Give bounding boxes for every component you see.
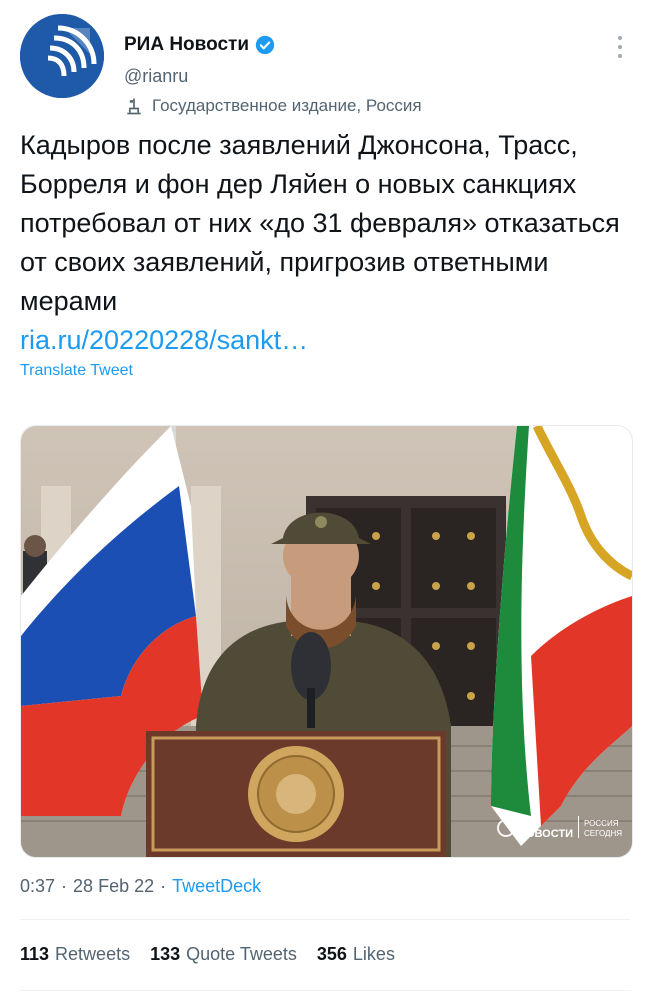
retweets-label: Retweets (55, 944, 131, 964)
quote-tweets-label: Quote Tweets (186, 944, 297, 964)
state-media-text: Государственное издание, Россия (152, 96, 422, 115)
ria-logo-icon (20, 14, 104, 98)
retweets-stat[interactable]: 113 Retweets (20, 944, 130, 965)
tweet-meta: 0:37 · 28 Feb 22 · TweetDeck (20, 876, 261, 897)
tweet-photo[interactable]: РИА НОВОСТИ РОССИЯ СЕГОДНЯ (20, 425, 633, 858)
account-handle[interactable]: @rianru (124, 66, 188, 87)
quote-tweets-stat[interactable]: 133 Quote Tweets (150, 944, 297, 965)
watermark-right-top-text: РОССИЯ (584, 819, 619, 828)
tweet-link[interactable]: ria.ru/20220228/sankt… (20, 321, 630, 360)
government-building-icon (127, 98, 141, 115)
tweet-header: РИА Новости @rianru Государственное изда… (20, 14, 630, 115)
watermark-top-text: РИА (518, 815, 541, 827)
tweet-text: Кадыров после заявлений Джонсона, Трасс,… (20, 130, 620, 316)
quote-tweets-count: 133 (150, 944, 181, 964)
more-options-icon[interactable] (610, 32, 630, 62)
watermark-bottom-text: НОВОСТИ (518, 828, 573, 840)
tweet-body: Кадыров после заявлений Джонсона, Трасс,… (20, 126, 630, 360)
likes-stat[interactable]: 356 Likes (317, 944, 395, 965)
state-media-label[interactable]: Государственное издание, Россия (124, 96, 422, 116)
divider (20, 990, 630, 991)
meta-separator: · (61, 876, 68, 896)
divider (20, 919, 630, 920)
translate-tweet-link[interactable]: Translate Tweet (20, 362, 133, 380)
retweets-count: 113 (20, 944, 50, 964)
tweet-stats: 113 Retweets 133 Quote Tweets 356 Likes (20, 944, 395, 965)
account-name[interactable]: РИА Новости (124, 34, 249, 56)
name-row: РИА Новости (124, 34, 275, 56)
tweet-time[interactable]: 0:37 (20, 876, 55, 897)
likes-count: 356 (316, 944, 347, 964)
meta-separator: · (160, 876, 167, 896)
tweet-source[interactable]: TweetDeck (172, 876, 261, 897)
ria-avatar[interactable] (20, 14, 104, 98)
photo-illustration: РИА НОВОСТИ РОССИЯ СЕГОДНЯ (21, 426, 632, 857)
tweet-date[interactable]: 28 Feb 22 (73, 876, 154, 897)
likes-label: Likes (352, 944, 395, 964)
verified-badge-icon (255, 35, 275, 55)
watermark-right-bottom-text: СЕГОДНЯ (584, 829, 622, 838)
